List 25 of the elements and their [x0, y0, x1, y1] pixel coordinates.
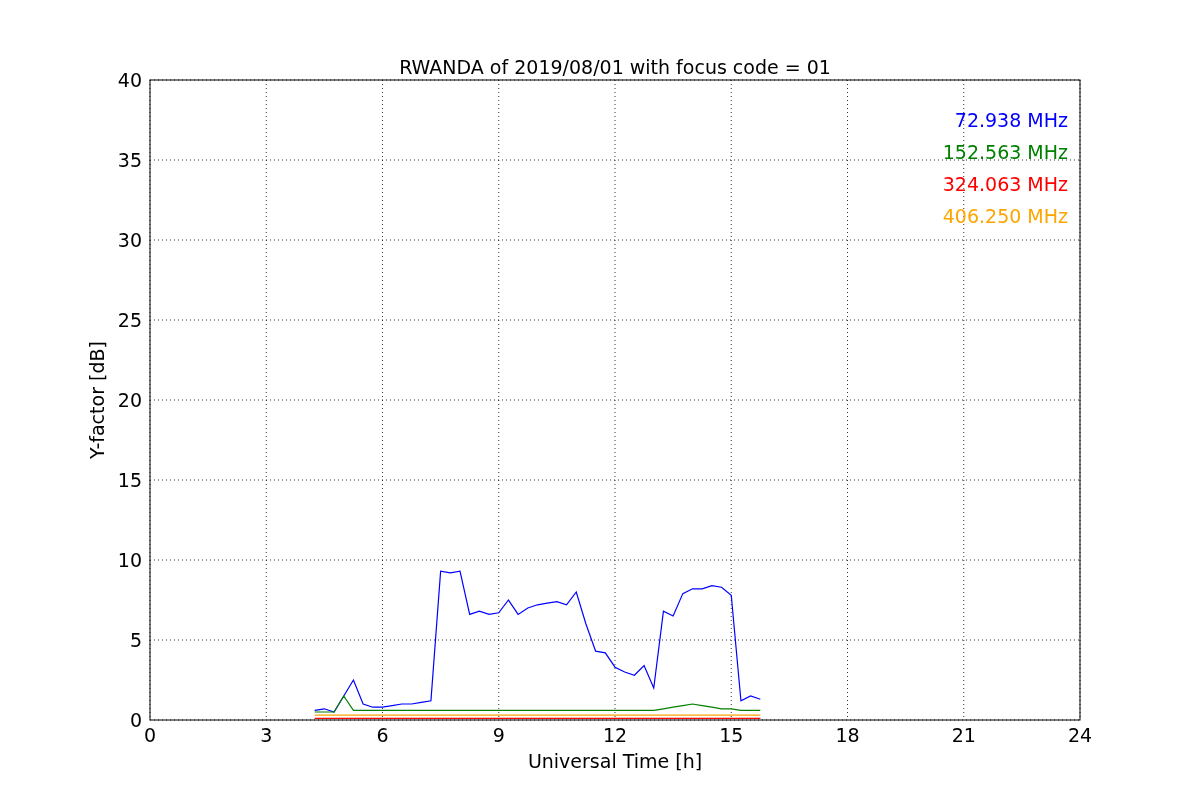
tick-label: 6 — [376, 724, 389, 746]
tick-label: 5 — [129, 629, 142, 651]
tick-label: 0 — [143, 724, 157, 746]
legend-label: 152.563 MHz — [942, 141, 1068, 163]
tick-label: 18 — [835, 724, 860, 746]
tick-label: 30 — [117, 229, 142, 251]
tick-label: 10 — [117, 549, 142, 571]
legend-label: 406.250 MHz — [942, 205, 1068, 227]
tick-label: 21 — [951, 724, 976, 746]
tick-label: 12 — [602, 724, 628, 746]
legend-label: 324.063 MHz — [942, 173, 1068, 195]
tick-label: 0 — [129, 709, 142, 731]
tick-label: 15 — [719, 724, 744, 746]
chart-title: RWANDA of 2019/08/01 with focus code = 01 — [399, 56, 831, 78]
tick-label: 3 — [260, 724, 273, 746]
axis-label: Y-factor [dB] — [86, 341, 108, 459]
axis-label: Universal Time [h] — [527, 750, 703, 772]
tick-label: 24 — [1067, 724, 1093, 746]
tick-label: 40 — [117, 69, 142, 91]
tick-label: 25 — [117, 309, 142, 331]
legend-label: 72.938 MHz — [954, 109, 1068, 131]
tick-label: 35 — [117, 149, 142, 171]
tick-label: 9 — [492, 724, 505, 746]
tick-label: 20 — [117, 389, 142, 411]
tick-label: 15 — [117, 469, 142, 491]
